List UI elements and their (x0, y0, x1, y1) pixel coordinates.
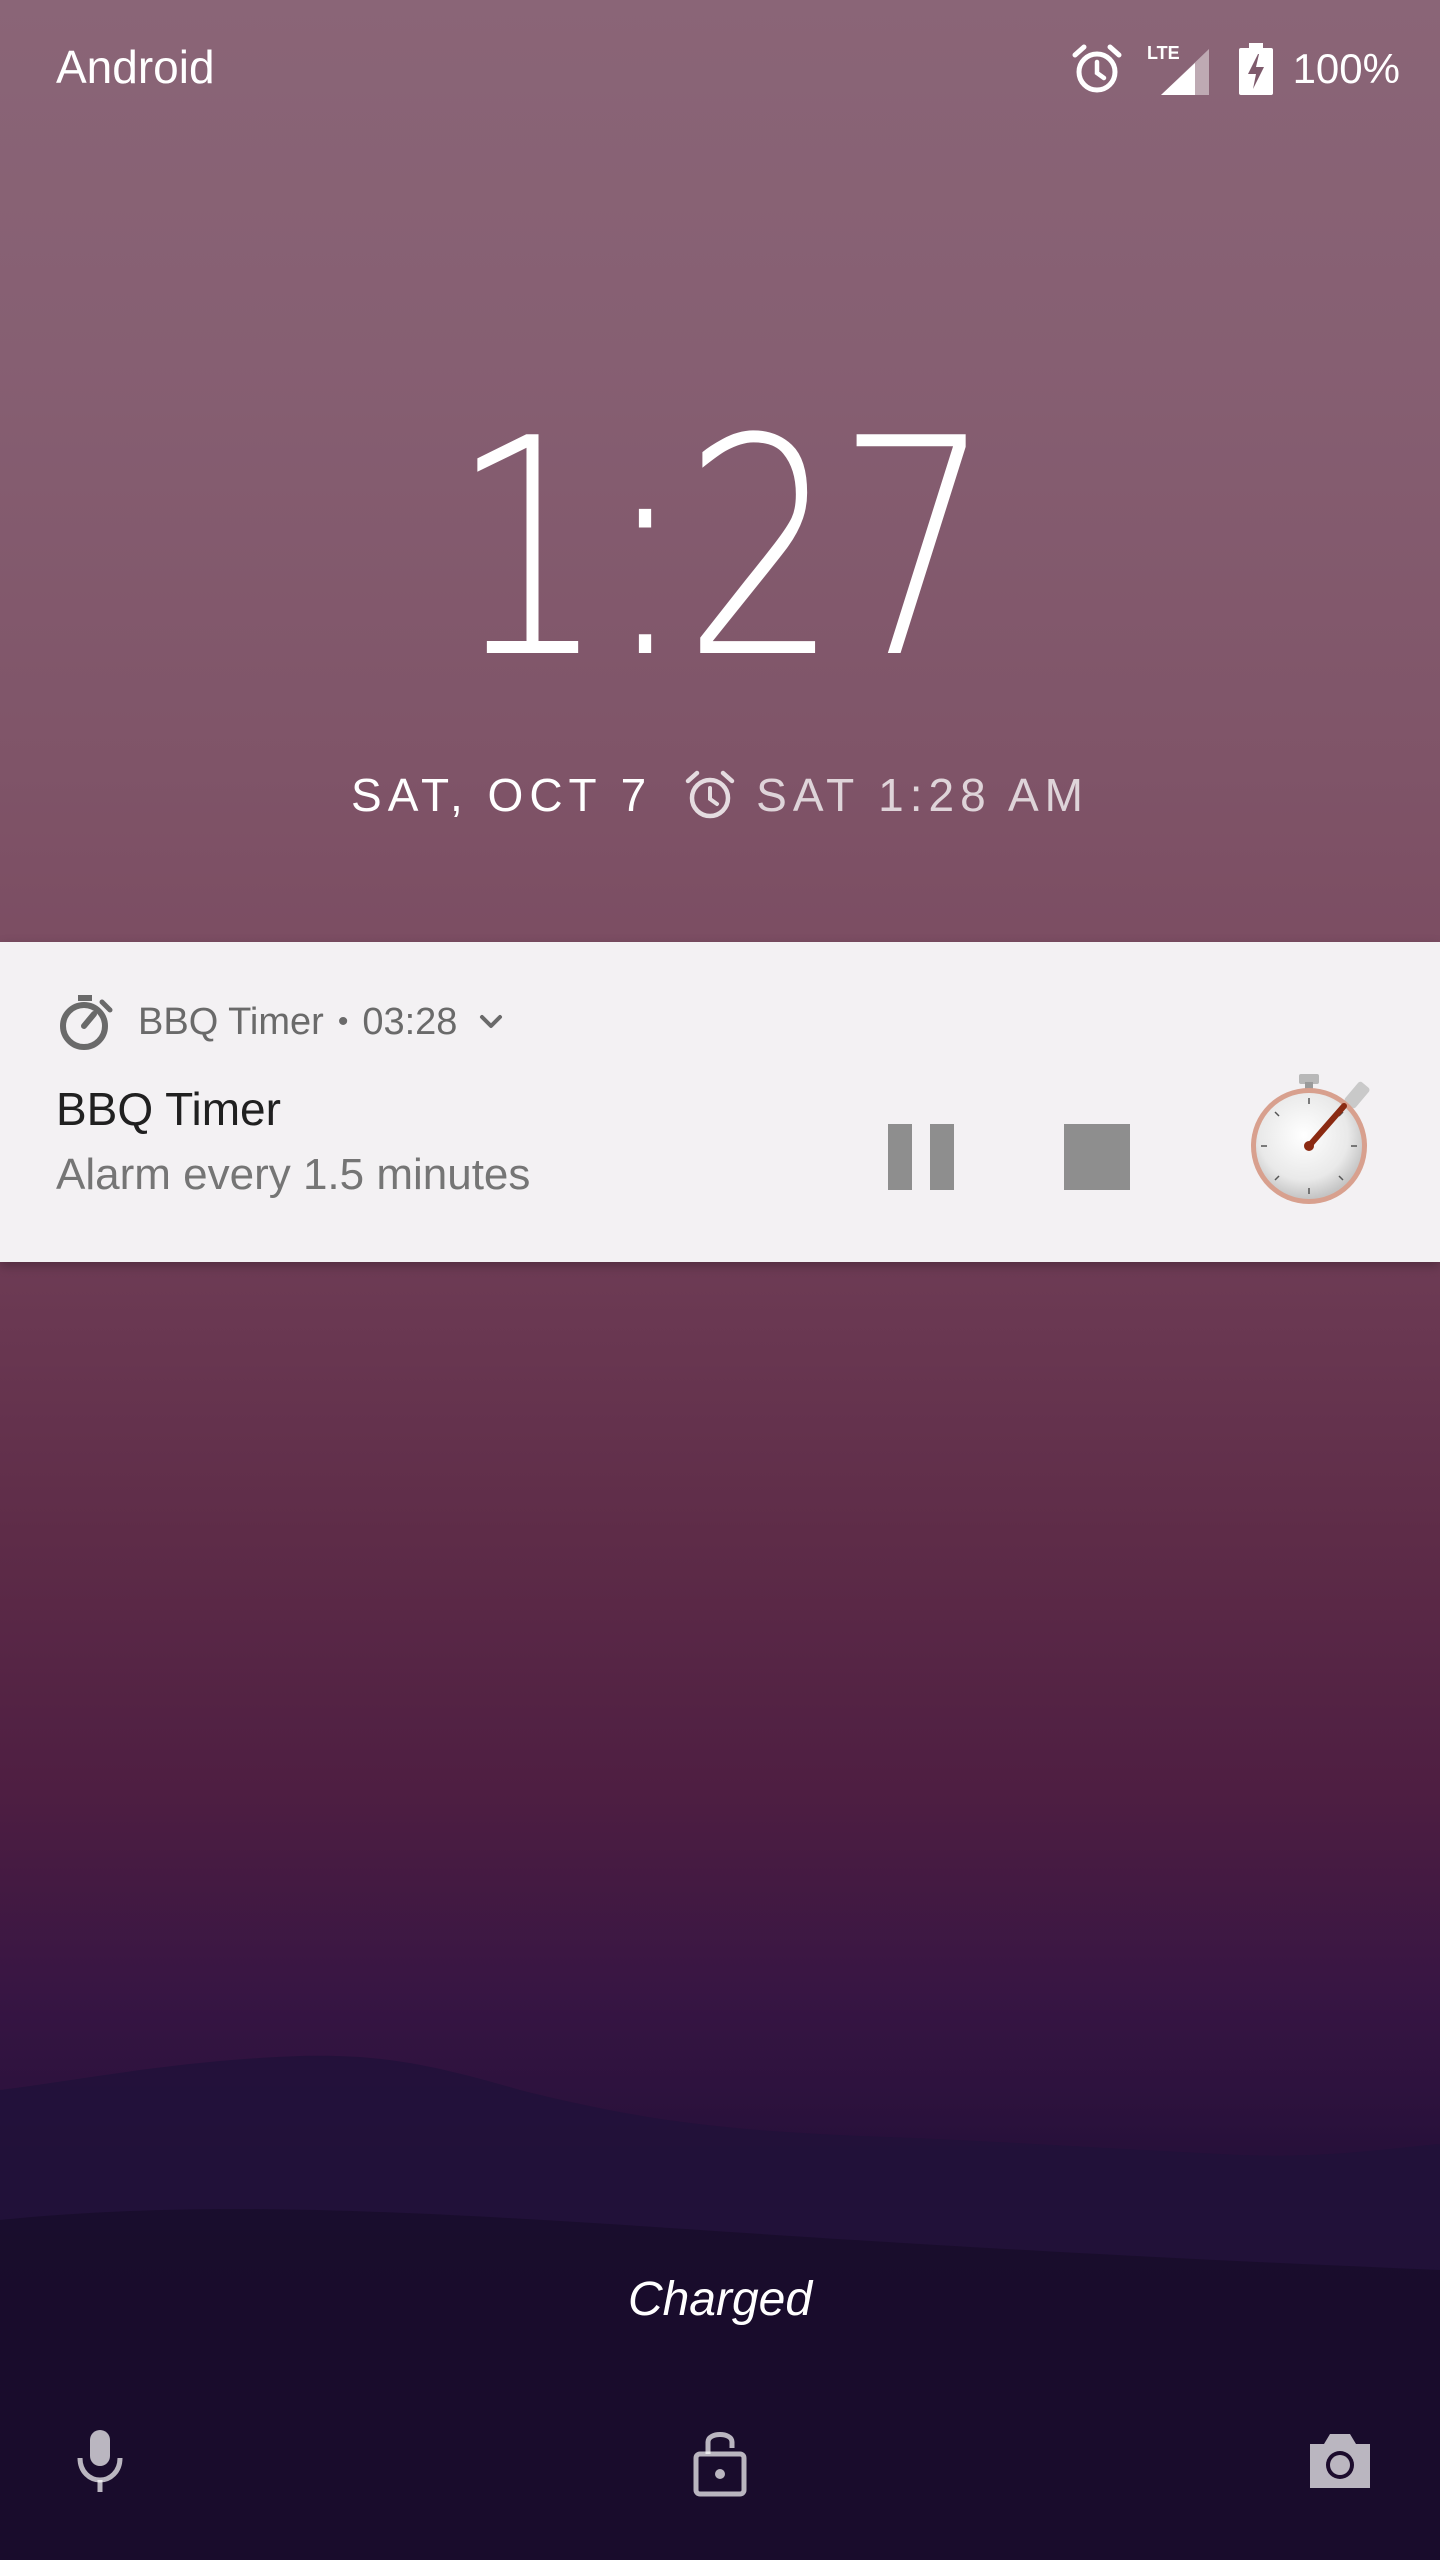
unlock-icon[interactable] (680, 2420, 760, 2500)
battery-charging-icon (1238, 43, 1273, 95)
next-alarm-label[interactable]: SAT 1:28 AM (756, 768, 1089, 822)
notification-separator: • (337, 1005, 349, 1038)
status-icons: LTE 100% (1069, 38, 1400, 100)
next-alarm-icon (685, 770, 735, 819)
microphone-icon[interactable] (60, 2420, 140, 2500)
charging-status: Charged (627, 2273, 813, 2326)
svg-text:LTE: LTE (1147, 43, 1180, 63)
status-bar: Android LTE 100% (0, 0, 1440, 144)
camera-icon[interactable] (1300, 2420, 1380, 2500)
date-row: SAT, OCT 7 SAT 1:28 AM (0, 760, 1440, 830)
notification-elapsed-time: 03:28 (362, 1000, 458, 1043)
bbq-timer-notification[interactable]: BBQ Timer • 03:28 BBQ Timer Alarm every … (0, 942, 1440, 1262)
battery-percentage: 100% (1292, 45, 1400, 92)
notification-header[interactable]: BBQ Timer • 03:28 (56, 990, 509, 1054)
carrier-label: Android (56, 41, 215, 93)
lockscreen-clock: 1:27 (450, 375, 993, 724)
lock-screen: Android LTE 100% 1:27 SAT, OCT 7 SAT 1:2… (0, 0, 1440, 2560)
notification-text: Alarm every 1.5 minutes (56, 1150, 531, 1199)
notification-title: BBQ Timer (56, 1083, 281, 1135)
stopwatch-icon (1251, 1074, 1370, 1204)
pause-icon-bar (930, 1124, 954, 1190)
pause-icon (888, 1124, 912, 1190)
date-label: SAT, OCT 7 (351, 769, 653, 821)
stop-button[interactable] (1064, 1124, 1130, 1190)
pause-button[interactable] (888, 1124, 954, 1190)
alarm-icon (1072, 44, 1122, 93)
notification-app-name: BBQ Timer (138, 1000, 324, 1043)
lte-signal-icon: LTE (1147, 43, 1209, 95)
stopwatch-app-icon (60, 995, 113, 1050)
chevron-down-icon[interactable] (473, 1004, 509, 1040)
